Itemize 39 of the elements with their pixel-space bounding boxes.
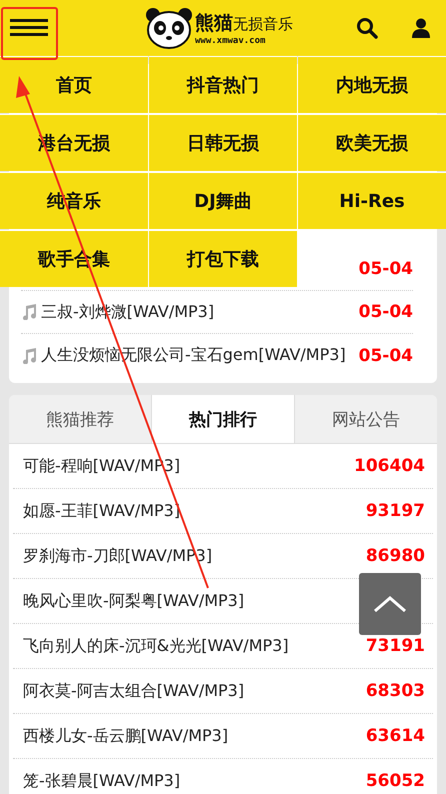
song-link[interactable]: 阿衣莫-阿吉太组合[WAV/MP3] bbox=[23, 680, 244, 702]
song-link[interactable]: 如愿-王菲[WAV/MP3] bbox=[23, 500, 180, 522]
play-count: 93197 bbox=[366, 501, 425, 521]
logo-url: www.xmwav.com bbox=[195, 36, 266, 46]
song-link[interactable]: 飞向别人的床-沉珂&光光[WAV/MP3] bbox=[23, 636, 289, 656]
panda-icon bbox=[145, 6, 193, 50]
song-date: 05-04 bbox=[358, 302, 413, 322]
play-count: 68303 bbox=[366, 681, 425, 701]
song-date: 05-04 bbox=[358, 346, 413, 366]
menu-item[interactable]: 抖音热门 bbox=[149, 56, 297, 113]
song-date: 05-04 bbox=[358, 259, 413, 279]
menu-item[interactable]: 首页 bbox=[0, 56, 148, 113]
song-link[interactable]: 西楼儿女-岳云鹏[WAV/MP3] bbox=[23, 726, 228, 746]
play-count: 73191 bbox=[366, 636, 425, 656]
menu-item[interactable]: DJ舞曲 bbox=[149, 172, 297, 229]
back-to-top-button[interactable] bbox=[359, 573, 421, 635]
music-note-icon bbox=[21, 348, 37, 364]
menu-item[interactable]: 内地无损 bbox=[298, 56, 446, 113]
menu-item[interactable]: 日韩无损 bbox=[149, 114, 297, 171]
chevron-up-icon bbox=[373, 595, 407, 613]
logo-subtitle: 无损音乐 bbox=[233, 15, 293, 34]
play-count: 86980 bbox=[366, 546, 425, 566]
play-count: 56052 bbox=[366, 771, 425, 791]
menu-item[interactable]: Hi-Res bbox=[298, 172, 446, 229]
song-link[interactable]: 笼-张碧晨[WAV/MP3] bbox=[23, 770, 180, 792]
menu-item[interactable]: 欧美无损 bbox=[298, 114, 446, 171]
play-count: 106404 bbox=[354, 456, 425, 476]
highlight-frame bbox=[1, 7, 58, 60]
user-icon bbox=[412, 18, 430, 38]
song-link[interactable]: 晚风心里吹-阿梨粤[WAV/MP3] bbox=[23, 590, 244, 612]
menu-icon bbox=[10, 19, 48, 37]
search-icon bbox=[356, 17, 378, 39]
music-note-icon bbox=[21, 304, 37, 320]
menu-item[interactable]: 打包下载 bbox=[149, 230, 297, 287]
logo-title: 熊猫 bbox=[195, 11, 233, 36]
song-link[interactable]: 人生没烦恼无限公司-宝石gem[WAV/MP3] bbox=[41, 345, 346, 366]
play-count: 63614 bbox=[366, 726, 425, 746]
menu-item[interactable]: 纯音乐 bbox=[0, 172, 148, 229]
tab[interactable]: 热门排行 bbox=[151, 395, 295, 443]
